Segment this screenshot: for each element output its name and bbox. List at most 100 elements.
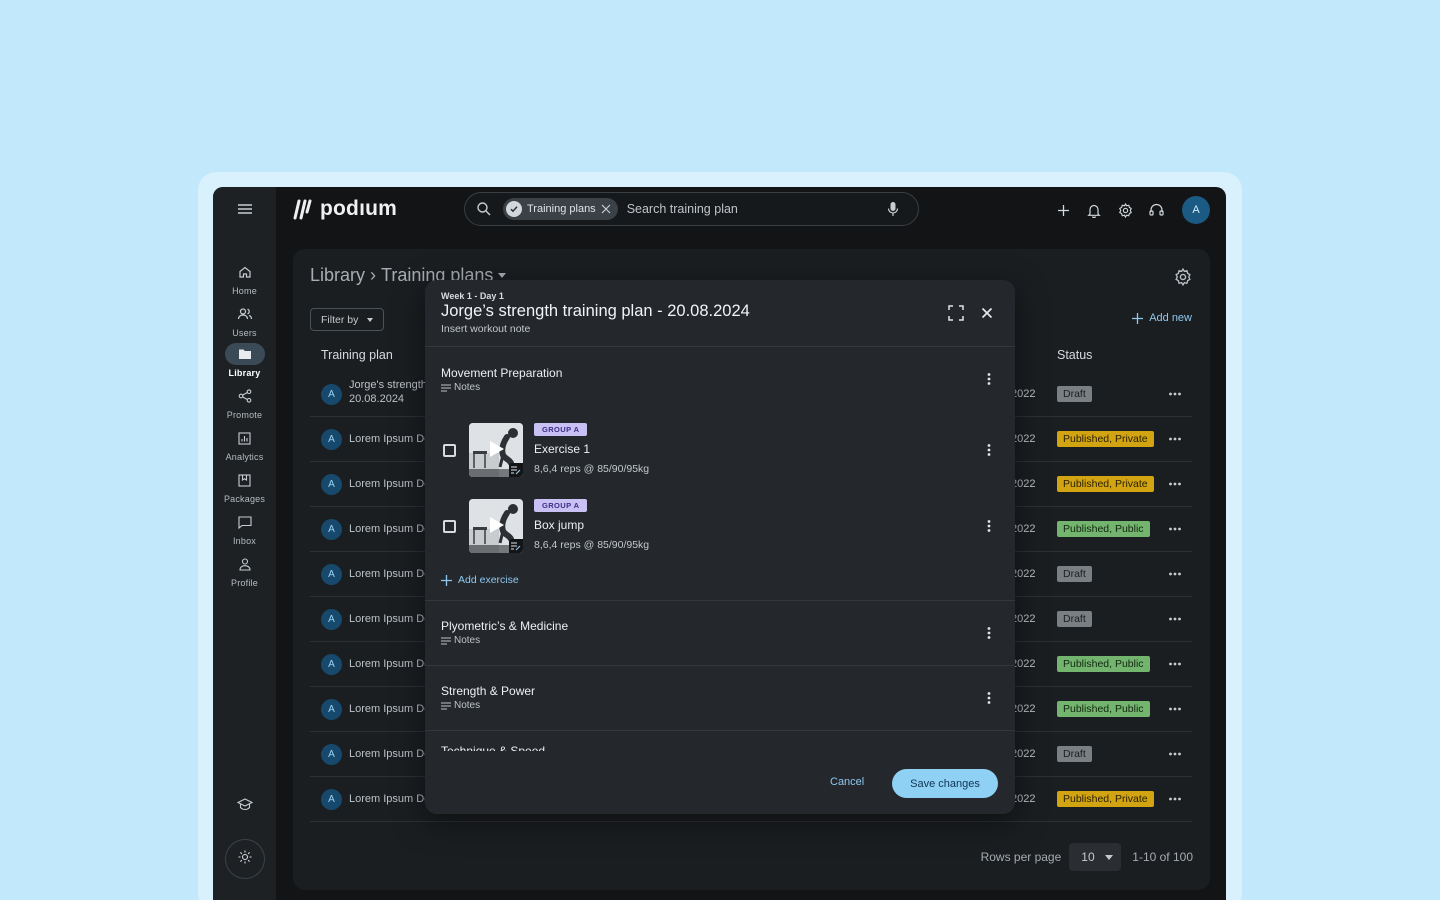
add-new-button[interactable]: Add new bbox=[1132, 312, 1192, 324]
more-horiz-icon[interactable] bbox=[1167, 701, 1183, 717]
exercise-detail: 8,6,4 reps @ 85/90/95kg bbox=[534, 463, 650, 475]
more-horiz-icon[interactable] bbox=[1167, 521, 1183, 537]
filter-chip[interactable]: Training plans bbox=[503, 198, 618, 220]
section-notes[interactable]: Notes bbox=[441, 635, 480, 646]
more-horiz-icon[interactable] bbox=[1167, 431, 1183, 447]
plan-name: Lorem Ipsum Dolor bbox=[349, 703, 425, 715]
more-horiz-icon[interactable] bbox=[1167, 386, 1183, 402]
more-vert-icon[interactable] bbox=[983, 518, 995, 534]
pagination: Rows per page 10 1-10 of 100 bbox=[981, 843, 1193, 871]
headset-icon[interactable] bbox=[1147, 201, 1165, 219]
exercise-name[interactable]: Box jump bbox=[534, 518, 584, 532]
section-notes[interactable]: Notes bbox=[441, 700, 480, 711]
workout-note-input[interactable]: Insert workout note bbox=[441, 323, 530, 335]
modal-eyebrow: Week 1 - Day 1 bbox=[441, 291, 504, 301]
close-icon[interactable] bbox=[980, 306, 994, 320]
gear-icon[interactable] bbox=[1174, 268, 1192, 286]
exercise-name[interactable]: Exercise 1 bbox=[534, 442, 590, 456]
plan-avatar: A bbox=[321, 744, 342, 765]
caret-down-icon bbox=[367, 317, 374, 322]
bell-icon[interactable] bbox=[1085, 201, 1103, 219]
rows-per-page-select[interactable]: 10 bbox=[1069, 843, 1122, 871]
exercise-thumbnail[interactable] bbox=[469, 499, 523, 553]
sidebar-item-inbox[interactable]: Inbox bbox=[213, 511, 276, 546]
add-icon[interactable] bbox=[1054, 201, 1072, 219]
status-badge: Draft bbox=[1057, 386, 1092, 402]
sidebar-item-home[interactable]: Home bbox=[213, 261, 276, 296]
playlist-edit-icon bbox=[509, 539, 523, 553]
sun-icon bbox=[238, 850, 252, 869]
status-badge: Published, Public bbox=[1057, 656, 1150, 672]
more-horiz-icon[interactable] bbox=[1167, 566, 1183, 582]
search-icon[interactable] bbox=[476, 201, 492, 217]
more-horiz-icon[interactable] bbox=[1167, 476, 1183, 492]
notes-icon bbox=[441, 702, 451, 709]
more-horiz-icon[interactable] bbox=[1167, 611, 1183, 627]
sidebar-item-packages[interactable]: Packages bbox=[213, 469, 276, 504]
status-badge: Published, Private bbox=[1057, 791, 1154, 807]
gear-icon[interactable] bbox=[1116, 201, 1134, 219]
play-icon bbox=[490, 441, 504, 457]
exercise-thumbnail[interactable] bbox=[469, 423, 523, 477]
sidebar-item-analytics[interactable]: Analytics bbox=[213, 427, 276, 462]
filter-button[interactable]: Filter by bbox=[310, 308, 385, 331]
share-icon bbox=[225, 385, 265, 407]
check-circle-icon bbox=[506, 201, 522, 217]
plan-avatar: A bbox=[321, 384, 342, 405]
theme-toggle-button[interactable] bbox=[225, 839, 265, 879]
modal-title: Jorge’s strength training plan - 20.08.2… bbox=[441, 302, 750, 320]
search-bar[interactable]: Training plans bbox=[464, 192, 919, 226]
exercise-checkbox[interactable] bbox=[443, 444, 456, 457]
mic-icon[interactable] bbox=[886, 201, 900, 217]
folder-icon bbox=[224, 343, 265, 365]
plan-name-text: Lorem Ipsum Dolor bbox=[349, 613, 425, 625]
more-vert-icon[interactable] bbox=[983, 371, 995, 387]
section-title: Plyometric’s & Medicine bbox=[441, 619, 569, 633]
column-header-status[interactable]: Status bbox=[1057, 348, 1092, 362]
packages-icon bbox=[225, 469, 265, 491]
status-badge: Published, Public bbox=[1057, 521, 1150, 537]
group-tag: GROUP A bbox=[534, 423, 588, 436]
more-vert-icon[interactable] bbox=[983, 625, 995, 641]
status-badge: Published, Public bbox=[1057, 701, 1150, 717]
sidebar-item-users[interactable]: Users bbox=[213, 303, 276, 338]
breadcrumb-separator: › bbox=[370, 265, 377, 285]
exercise-checkbox[interactable] bbox=[443, 520, 456, 533]
cancel-button[interactable]: Cancel bbox=[830, 776, 864, 788]
save-changes-button[interactable]: Save changes bbox=[892, 769, 998, 798]
status-badge: Published, Private bbox=[1057, 476, 1154, 492]
add-new-label: Add new bbox=[1149, 312, 1192, 324]
caret-down-icon[interactable] bbox=[498, 273, 507, 278]
sidebar-item-promote[interactable]: Promote bbox=[213, 385, 276, 420]
sidebar-item-label: Profile bbox=[231, 578, 258, 588]
sidebar-item-profile[interactable]: Profile bbox=[213, 553, 276, 588]
menu-icon[interactable] bbox=[233, 201, 257, 217]
breadcrumb-root[interactable]: Library bbox=[310, 265, 365, 286]
close-icon[interactable] bbox=[601, 204, 611, 214]
rows-per-page-label: Rows per page bbox=[980, 850, 1062, 864]
status-badge: Draft bbox=[1057, 566, 1092, 582]
plan-avatar: A bbox=[321, 699, 342, 720]
sidebar-item-label: Promote bbox=[226, 410, 263, 420]
column-header-plan[interactable]: Training plan bbox=[321, 348, 393, 362]
plan-name: Jorge's strength training plan 20.08.2024 bbox=[349, 378, 425, 406]
school-icon[interactable] bbox=[234, 793, 256, 815]
plan-avatar: A bbox=[321, 654, 342, 675]
fullscreen-icon[interactable] bbox=[948, 305, 964, 321]
add-exercise-label: Add exercise bbox=[458, 574, 519, 586]
plan-name: Lorem Ipsum Dolor bbox=[349, 523, 425, 535]
sidebar-item-library[interactable]: Library bbox=[213, 343, 276, 378]
search-input[interactable] bbox=[626, 202, 886, 216]
more-horiz-icon[interactable] bbox=[1167, 791, 1183, 807]
more-horiz-icon[interactable] bbox=[1167, 746, 1183, 762]
user-avatar[interactable]: A bbox=[1182, 196, 1210, 224]
add-exercise-button[interactable]: Add exercise bbox=[441, 574, 519, 586]
more-vert-icon[interactable] bbox=[983, 690, 995, 706]
section-notes[interactable]: Notes bbox=[441, 382, 480, 393]
notes-label: Notes bbox=[454, 635, 481, 646]
rows-per-page-value: 10 bbox=[1081, 850, 1095, 864]
more-horiz-icon[interactable] bbox=[1167, 656, 1183, 672]
more-vert-icon[interactable] bbox=[983, 442, 995, 458]
playlist-edit-icon bbox=[509, 463, 523, 477]
filter-label: Filter by bbox=[321, 313, 359, 326]
